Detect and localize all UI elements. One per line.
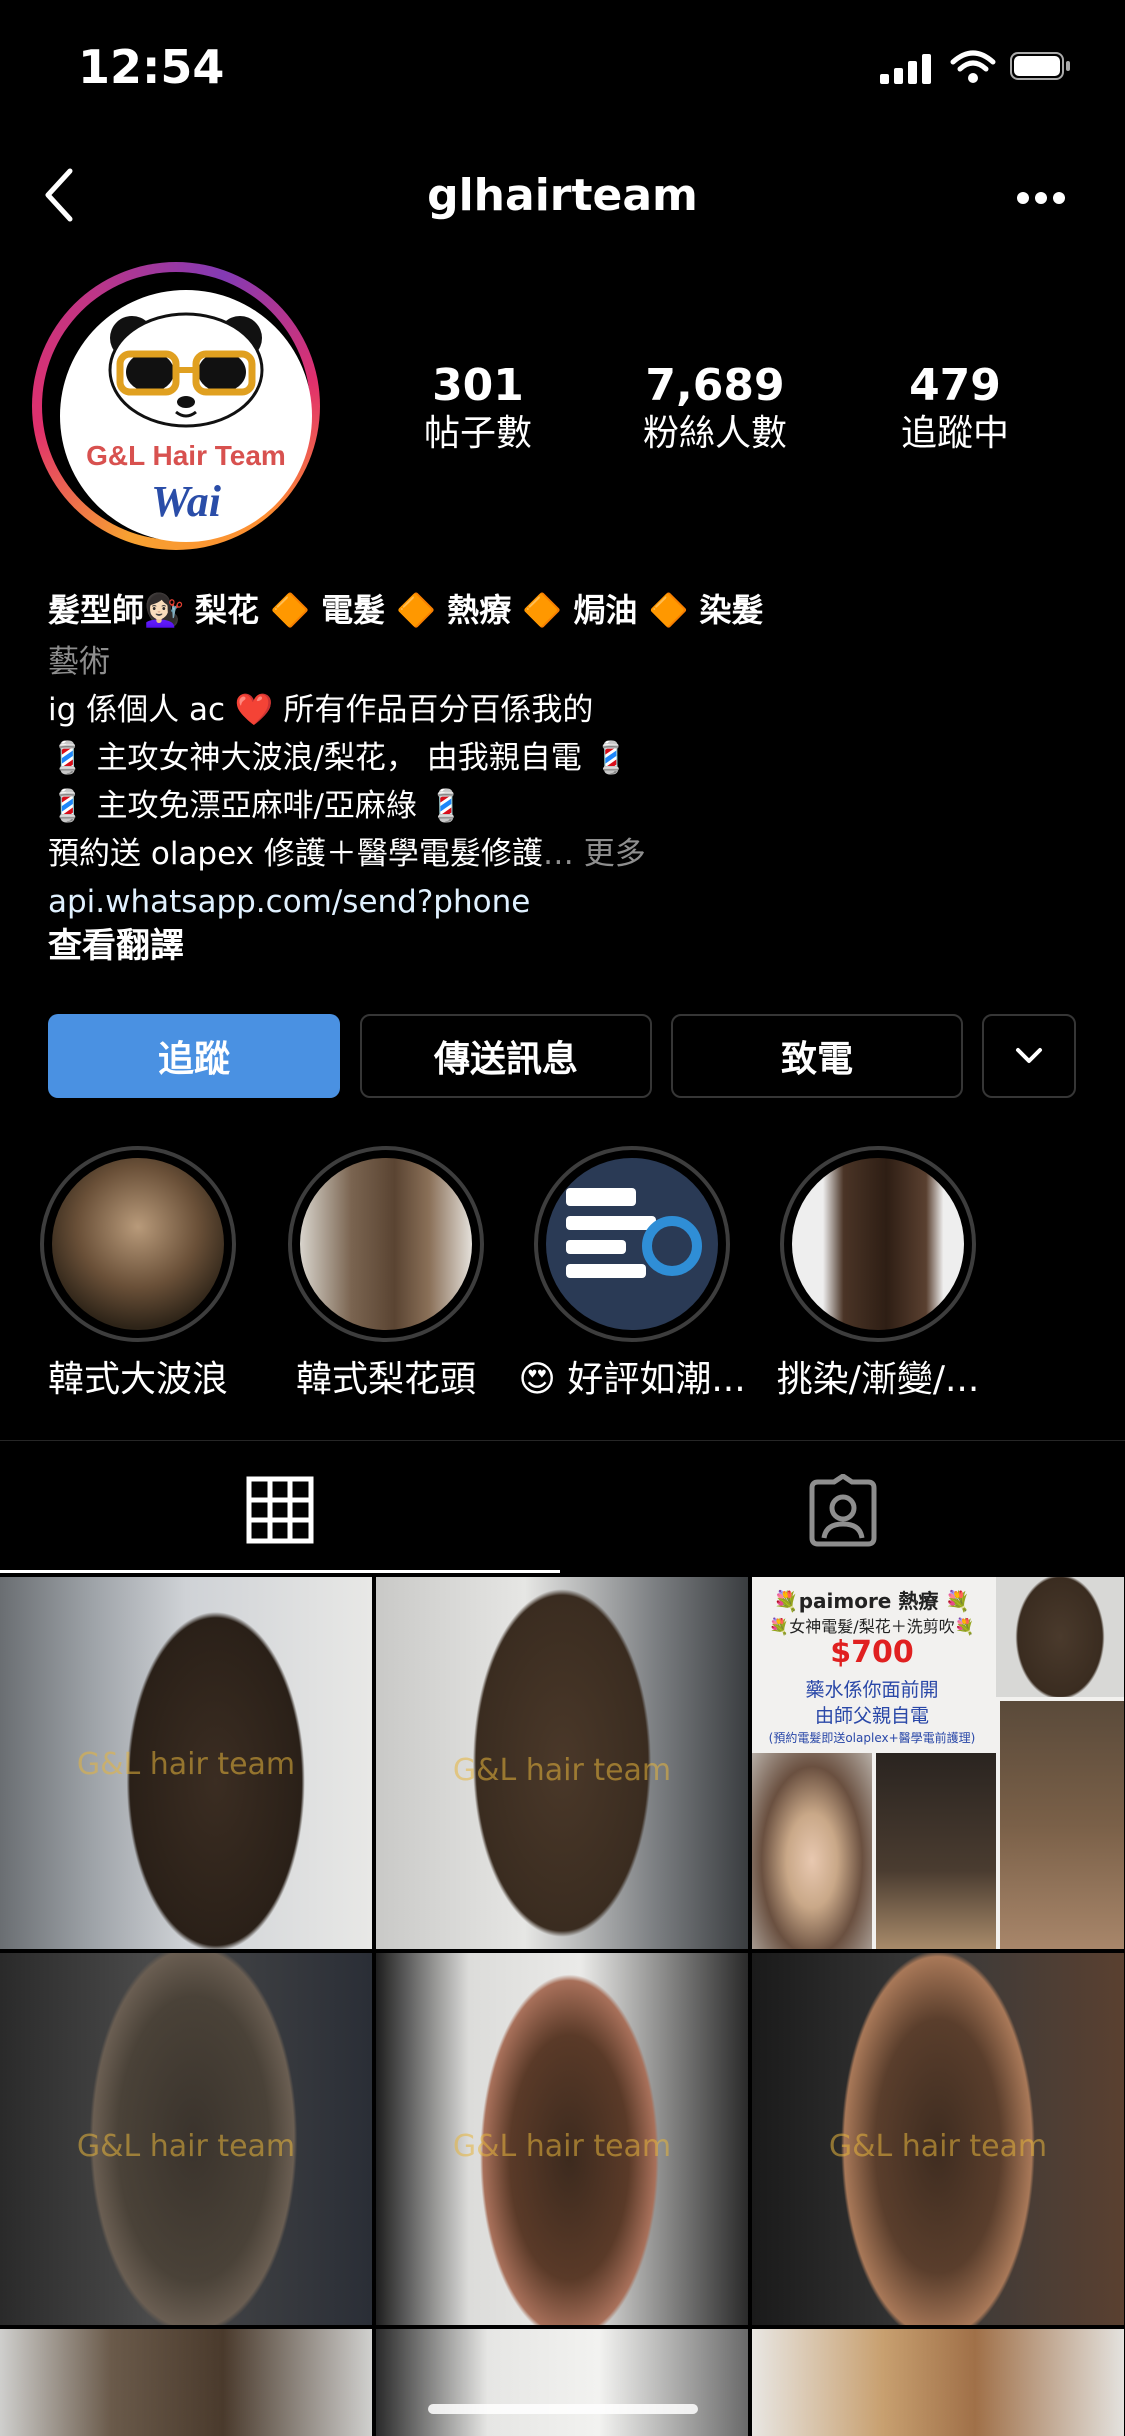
tab-divider — [0, 1440, 1125, 1441]
tab-tagged[interactable] — [562, 1442, 1125, 1572]
avatar-name-text: Wai — [150, 477, 222, 526]
grid-post-7[interactable] — [0, 2329, 372, 2436]
bio-more-link[interactable]: … 更多 — [543, 836, 646, 872]
stat-following-label: 追蹤中 — [900, 413, 1009, 454]
see-translation-link[interactable]: 查看翻譯 — [48, 926, 184, 966]
grid-post-5[interactable]: G&L hair team — [376, 1953, 748, 2325]
grid-post-6-watermark: G&L hair team — [828, 2129, 1048, 2164]
promo-price: $700 — [830, 1635, 914, 1670]
bio-line-4-text: 預約送 olapex 修護＋醫學電髮修護 — [48, 836, 543, 872]
avatar-brand-text: G&L Hair Team — [86, 440, 286, 471]
grid-post-5-watermark: G&L hair team — [452, 2129, 672, 2164]
promo-title: 💐paimore 熱療 💐 — [773, 1589, 971, 1613]
bio-name: 髮型師💇🏻‍♀️ 梨花 🔶 電髮 🔶 熱療 🔶 焗油 🔶 染髮 — [48, 591, 764, 629]
highlight-2[interactable] — [288, 1146, 484, 1342]
grid-post-4[interactable]: G&L hair team — [0, 1953, 372, 2325]
highlight-4-label: 挑染/漸變/... — [776, 1359, 980, 1400]
follow-button[interactable]: 追蹤 — [48, 1014, 340, 1098]
more-options-icon[interactable] — [1016, 190, 1066, 206]
highlight-4[interactable] — [780, 1146, 976, 1342]
grid-post-6[interactable]: G&L hair team — [752, 1953, 1124, 2325]
tab-posts-grid[interactable] — [0, 1442, 560, 1572]
stat-followers-label: 粉絲人數 — [642, 413, 787, 454]
tab-active-indicator — [0, 1570, 560, 1573]
chevron-down-icon — [1016, 1048, 1042, 1063]
stat-following-value: 479 — [909, 360, 1001, 411]
grid-post-8[interactable] — [376, 2329, 748, 2436]
signal-icon — [880, 54, 934, 84]
home-indicator — [428, 2404, 698, 2414]
highlight-3-label: 😍 好評如潮... — [518, 1359, 746, 1400]
tagged-person-icon — [809, 1474, 877, 1547]
highlight-2-image — [300, 1158, 472, 1330]
promo-line-2: 由師父親自電 — [814, 1705, 929, 1727]
highlight-1[interactable] — [40, 1146, 236, 1342]
profile-username: glhairteam — [427, 170, 698, 221]
stat-posts[interactable]: 301 帖子數 — [368, 360, 588, 456]
bio-link[interactable]: api.whatsapp.com/send?phone — [48, 882, 530, 922]
bio-line-4: 預約送 olapex 修護＋醫學電髮修護… 更多 — [48, 834, 646, 874]
highlight-2-label: 韓式梨花頭 — [295, 1359, 476, 1400]
highlight-1-label: 韓式大波浪 — [47, 1359, 228, 1400]
bio-line-1: ig 係個人 ac ❤️ 所有作品百分百係我的 — [48, 692, 594, 728]
stat-posts-value: 301 — [432, 360, 524, 411]
suggested-dropdown-button[interactable] — [982, 1014, 1076, 1098]
bio-line-3: 💈 主攻免漂亞麻啡/亞麻綠 💈 — [48, 788, 466, 824]
highlight-1-image — [52, 1158, 224, 1330]
wifi-icon — [950, 50, 996, 83]
grid-icon — [246, 1476, 314, 1544]
bio-line-2: 💈 主攻女神大波浪/梨花， 由我親自電 💈 — [48, 740, 631, 776]
highlight-4-image — [792, 1158, 964, 1330]
status-time: 12:54 — [78, 40, 225, 94]
battery-icon — [1010, 52, 1072, 82]
grid-post-2[interactable]: G&L hair team — [376, 1577, 748, 1949]
avatar[interactable]: G&L Hair Team Wai — [32, 262, 320, 550]
highlight-3-image — [546, 1158, 718, 1330]
grid-post-9[interactable] — [752, 2329, 1124, 2436]
promo-subtitle: 💐女神電髮/梨花＋洗剪吹💐 — [769, 1617, 975, 1636]
promo-line-1: 藥水係你面前開 — [805, 1679, 939, 1701]
message-button[interactable]: 傳送訊息 — [360, 1014, 652, 1098]
grid-post-2-watermark: G&L hair team — [452, 1753, 672, 1788]
grid-post-1-watermark: G&L hair team — [76, 1747, 296, 1782]
promo-note: (預約電髮即送olaplex+醫學電前護理) — [768, 1731, 976, 1745]
stat-following[interactable]: 479 追蹤中 — [845, 360, 1065, 456]
grid-post-3-promo[interactable]: 💐paimore 熱療 💐 💐女神電髮/梨花＋洗剪吹💐 $700 藥水係你面前開… — [752, 1577, 1124, 1949]
call-button[interactable]: 致電 — [671, 1014, 963, 1098]
grid-post-1[interactable]: G&L hair team — [0, 1577, 372, 1949]
bio-category: 藝術 — [48, 644, 110, 680]
stat-posts-label: 帖子數 — [423, 413, 532, 454]
highlight-3[interactable] — [534, 1146, 730, 1342]
stat-followers[interactable]: 7,689 粉絲人數 — [605, 360, 825, 456]
grid-post-4-watermark: G&L hair team — [76, 2129, 296, 2164]
stat-followers-value: 7,689 — [645, 360, 785, 411]
